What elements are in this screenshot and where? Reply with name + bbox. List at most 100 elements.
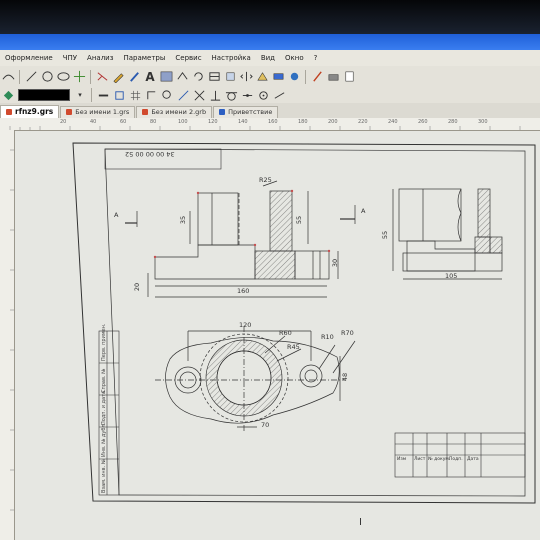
menu-item-analysis[interactable]: Анализ	[82, 54, 118, 62]
side-table-cell: Перв. примен.	[101, 323, 107, 361]
menu-bar: Оформление ЧПУ Анализ Параметры Сервис Н…	[0, 50, 540, 66]
side-table-cell: Взам. инв. №	[101, 459, 107, 493]
ruler-mark: 240	[388, 119, 398, 125]
dim-35: 35	[179, 215, 188, 225]
dim-105: 105	[445, 272, 458, 280]
section-mark-right: A	[361, 207, 366, 215]
tangent-icon[interactable]	[224, 88, 238, 102]
document-tabs: rfnz9.grs Без имени 1.grs Без имени 2.gr…	[0, 103, 540, 119]
title-block-cell: Изм	[397, 457, 407, 462]
menu-item-design[interactable]: Оформление	[0, 54, 58, 62]
circle-tool-icon[interactable]	[40, 70, 54, 84]
separator	[305, 69, 306, 84]
menu-item-cnc[interactable]: ЧПУ	[58, 54, 82, 62]
separator	[19, 69, 20, 84]
separator	[91, 88, 92, 102]
export-tool-icon[interactable]	[310, 70, 324, 84]
grid-icon[interactable]	[128, 88, 142, 102]
layer-icon[interactable]	[1, 88, 15, 102]
tab-label: Без имени 2.grb	[151, 108, 207, 116]
side-table-cell: Справ. №	[101, 368, 107, 393]
document-icon	[6, 108, 12, 115]
ruler-mark: 280	[448, 119, 458, 125]
ortho-icon[interactable]	[144, 88, 158, 102]
rotate-tool-icon[interactable]	[191, 70, 205, 84]
line-style-icon[interactable]	[96, 88, 110, 102]
tab-label: Без имени 1.grs	[75, 108, 130, 116]
tab-welcome[interactable]: Приветствие	[213, 106, 279, 118]
angle-snap-icon[interactable]	[176, 88, 190, 102]
tab-untitled-1[interactable]: Без имени 1.grs	[60, 106, 136, 118]
technical-drawing	[72, 142, 536, 504]
dim-r10: R10	[321, 333, 334, 341]
menu-item-service[interactable]: Сервис	[170, 54, 206, 62]
window-title-bar	[0, 34, 540, 50]
ellipse-tool-icon[interactable]	[56, 70, 70, 84]
ruler-mark: 60	[120, 119, 127, 125]
properties-toolbar: ▾	[0, 87, 540, 104]
ruler-mark: 40	[90, 119, 97, 125]
midpoint-icon[interactable]	[240, 88, 254, 102]
dropdown-icon[interactable]: ▾	[73, 88, 87, 102]
zoom-icon[interactable]	[160, 88, 174, 102]
dimension-tool-icon[interactable]	[95, 70, 109, 84]
ruler-mark: 140	[238, 119, 248, 125]
menu-item-view[interactable]: Вид	[256, 54, 280, 62]
dim-r70: R70	[341, 329, 354, 337]
text-cursor-icon: I	[359, 517, 362, 528]
print-tool-icon[interactable]	[326, 70, 340, 84]
monitor-bezel	[0, 0, 540, 34]
tab-rfnz9[interactable]: rfnz9.grs	[0, 105, 60, 118]
ruler-mark: 300	[478, 119, 488, 125]
dim-r25: R25	[259, 176, 272, 184]
perpendicular-icon[interactable]	[208, 88, 222, 102]
menu-item-settings[interactable]: Настройка	[207, 54, 256, 62]
tab-untitled-2[interactable]: Без имени 2.grb	[136, 106, 213, 118]
erase-tool-icon[interactable]	[271, 70, 285, 84]
text-tool-icon[interactable]: A	[143, 70, 157, 84]
point-tool-icon[interactable]	[72, 70, 86, 84]
ruler-mark: 160	[268, 119, 278, 125]
drawing-stamp: 34 00 00 00 52	[125, 150, 175, 158]
dim-30: 30	[331, 258, 340, 268]
fragment-tool-icon[interactable]	[223, 70, 237, 84]
line-tool-icon[interactable]	[24, 70, 38, 84]
mirror-tool-icon[interactable]	[239, 70, 253, 84]
ruler-mark: 200	[328, 119, 338, 125]
symbol-tool-icon[interactable]	[175, 70, 189, 84]
ruler-mark: 220	[358, 119, 368, 125]
tab-label: Приветствие	[228, 108, 273, 116]
separator	[90, 69, 91, 84]
ruler-mark: 20	[60, 119, 67, 125]
section-mark-left: A	[114, 211, 119, 219]
menu-item-window[interactable]: Окно	[280, 54, 309, 62]
hatch-tool-icon[interactable]	[159, 70, 173, 84]
title-block-cell: Дата	[467, 457, 479, 462]
document-icon	[142, 109, 149, 115]
ruler-mark: 120	[208, 119, 218, 125]
center-icon[interactable]	[256, 88, 270, 102]
flag-icon	[219, 109, 226, 115]
vertical-ruler	[0, 130, 15, 540]
scale-tool-icon[interactable]	[255, 70, 269, 84]
ruler-mark: 180	[298, 119, 308, 125]
color-selector[interactable]	[18, 89, 70, 101]
snap-icon[interactable]	[112, 88, 126, 102]
dim-48: 48	[341, 372, 350, 382]
menu-item-parameters[interactable]: Параметры	[118, 54, 170, 62]
dim-55-side: 55	[381, 230, 390, 240]
brush-tool-icon[interactable]	[127, 70, 141, 84]
nearest-icon[interactable]	[272, 88, 286, 102]
arc-tool-icon[interactable]	[1, 70, 15, 84]
intersection-icon[interactable]	[192, 88, 206, 102]
dim-r60: R60	[279, 329, 292, 337]
table-tool-icon[interactable]	[207, 70, 221, 84]
drawing-canvas[interactable]: 34 00 00 00 52 R25 35 55 30 20 160 A A 5…	[15, 131, 540, 540]
properties-tool-icon[interactable]	[342, 70, 356, 84]
dim-120: 120	[239, 321, 252, 329]
horizontal-ruler: 20 40 60 80 100 120 140 160 180 200 220 …	[0, 118, 540, 131]
settings-tool-icon[interactable]	[287, 70, 301, 84]
title-block-cell: № докум.	[428, 457, 451, 462]
menu-item-help[interactable]: ?	[309, 54, 323, 62]
pencil-tool-icon[interactable]	[111, 70, 125, 84]
